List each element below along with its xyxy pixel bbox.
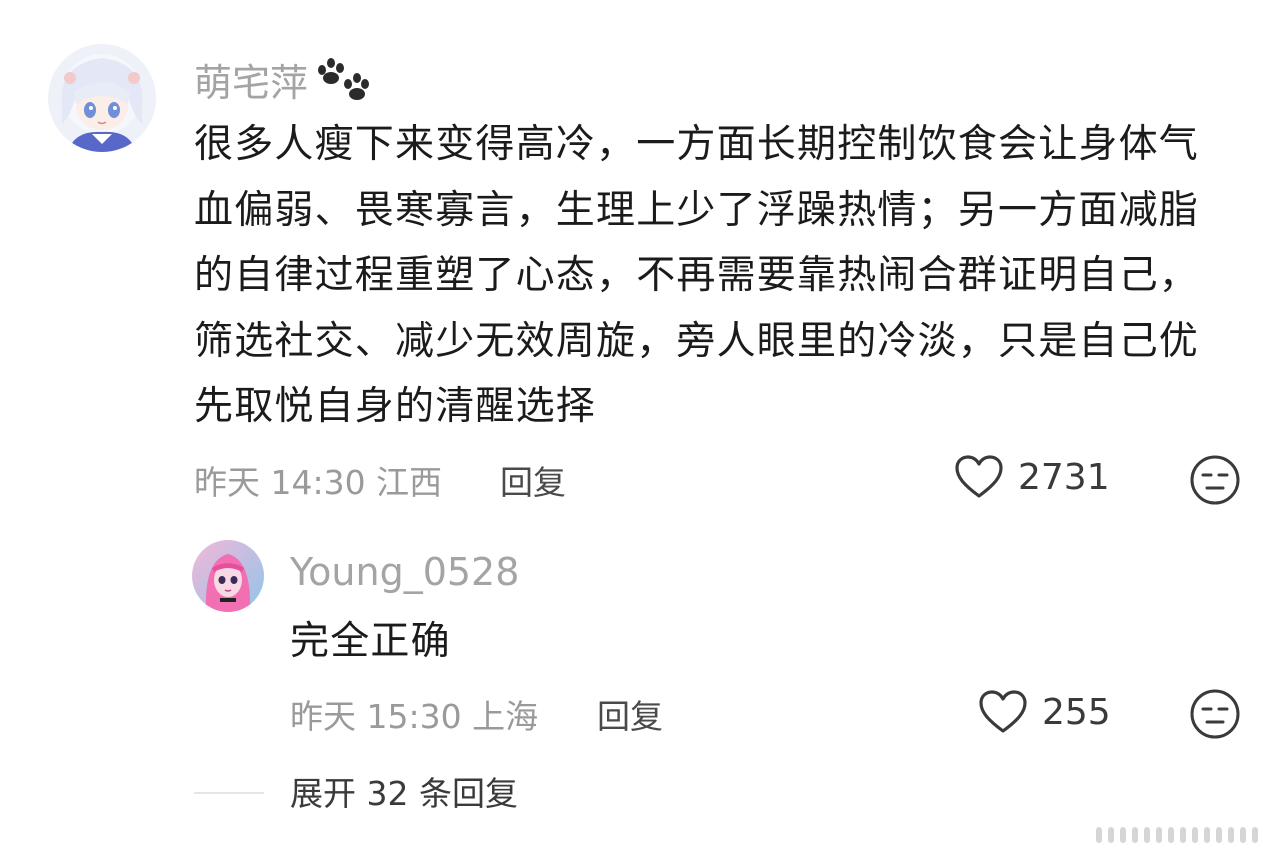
comment-line: 先取悦自身的清醒选择 xyxy=(194,384,597,429)
pink-anime-avatar-icon xyxy=(192,540,264,612)
comment-reply-button[interactable]: 回复 xyxy=(500,456,566,504)
commenter-username-text: 萌宅萍 xyxy=(194,61,309,105)
heart-icon xyxy=(979,690,1027,733)
unamused-face-icon xyxy=(1190,689,1240,739)
expand-replies-button[interactable]: 展开 32 条回复 xyxy=(290,767,518,815)
reply-dislike-button[interactable] xyxy=(1189,688,1241,744)
paw-prints-icon xyxy=(318,57,370,100)
heart-icon xyxy=(955,455,1003,498)
watermark-bars xyxy=(1096,827,1258,843)
reply-reply-button[interactable]: 回复 xyxy=(597,690,663,738)
comment-line: 血偏弱、畏寒寡言，生理上少了浮躁热情；另一方面减脂 xyxy=(194,187,1200,233)
reply-like-button[interactable]: 255 xyxy=(978,689,1111,735)
comment-meta: 昨天 14:30 江西 xyxy=(194,463,443,502)
comment-dislike-button[interactable] xyxy=(1189,454,1241,510)
reply-meta: 昨天 15:30 上海 xyxy=(290,697,539,736)
commenter-avatar[interactable] xyxy=(48,44,156,152)
replier-username[interactable]: Young_0528 xyxy=(290,550,519,594)
commenter-username[interactable]: 萌宅萍 xyxy=(194,52,370,107)
comment-body: 很多人瘦下来变得高冷，一方面长期控制饮食会让身体气 血偏弱、畏寒寡言，生理上少了… xyxy=(194,112,1254,440)
unamused-face-icon xyxy=(1190,455,1240,505)
expand-divider xyxy=(194,792,264,794)
reply-body: 完全正确 xyxy=(290,619,451,664)
comment-like-count: 2731 xyxy=(1018,456,1110,498)
comment-line: 筛选社交、减少无效周旋，旁人眼里的冷淡，只是自己优 xyxy=(194,318,1200,364)
reply-like-count: 255 xyxy=(1042,691,1111,733)
comment-line: 很多人瘦下来变得高冷，一方面长期控制饮食会让身体气 xyxy=(194,122,1200,167)
replier-avatar[interactable] xyxy=(192,540,264,612)
comment-line: 的自律过程重塑了心态，不再需要靠热闹合群证明自己， xyxy=(194,253,1200,298)
anime-girl-avatar-icon xyxy=(48,44,156,152)
comment-like-button[interactable]: 2731 xyxy=(954,454,1110,500)
